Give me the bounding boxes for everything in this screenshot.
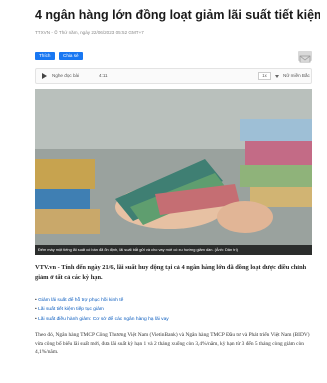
article-meta: TTXVN - ⏱ Thứ năm, ngày 22/06/2023 05:52… <box>35 30 144 35</box>
article-title: 4 ngân hàng lớn đồng loạt giảm lãi suất … <box>35 8 320 22</box>
audio-label: Nghe đọc bài <box>52 73 80 78</box>
banknotes-illustration <box>35 89 312 255</box>
article-lead: VTV.vn - Tính đến ngày 21/6, lãi suất hu… <box>35 263 313 282</box>
related-link[interactable]: • Giảm lãi suất để hỗ trợ phục hồi kinh … <box>35 296 313 305</box>
related-link[interactable]: • Lãi suất điều hành giảm: Cơ sở để các … <box>35 315 313 324</box>
related-link[interactable]: • Lãi suất tiết kiệm tiếp tục giảm <box>35 305 313 314</box>
photo-caption: Đếm máy một tiếng lãi suất có bán đã ổn … <box>35 245 312 255</box>
play-icon[interactable] <box>42 73 47 79</box>
speed-select[interactable]: 1x <box>258 72 271 80</box>
share-bar: Thích Chia sẻ <box>35 51 312 63</box>
lead-source: VTV.vn <box>35 264 57 271</box>
audio-duration: 4:11 <box>99 73 108 78</box>
audio-player: Nghe đọc bài 4:11 1x Nữ miền Bắc <box>35 68 312 84</box>
like-button[interactable]: Thích <box>35 52 55 60</box>
lead-text: - Tính đến ngày 21/6, lãi suất huy động … <box>35 264 307 281</box>
share-button[interactable]: Chia sẻ <box>59 52 83 60</box>
mail-icon[interactable] <box>298 51 312 63</box>
article-body-paragraph: Theo đó, Ngân hàng TMCP Công Thương Việt… <box>35 332 310 356</box>
related-links: • Giảm lãi suất để hỗ trợ phục hồi kinh … <box>35 296 313 324</box>
article-page: 4 ngân hàng lớn đồng loạt giảm lãi suất … <box>0 0 327 383</box>
chevron-down-icon[interactable] <box>275 75 279 78</box>
voice-select[interactable]: Nữ miền Bắc <box>283 73 310 78</box>
article-photo: Đếm máy một tiếng lãi suất có bán đã ổn … <box>35 89 312 255</box>
